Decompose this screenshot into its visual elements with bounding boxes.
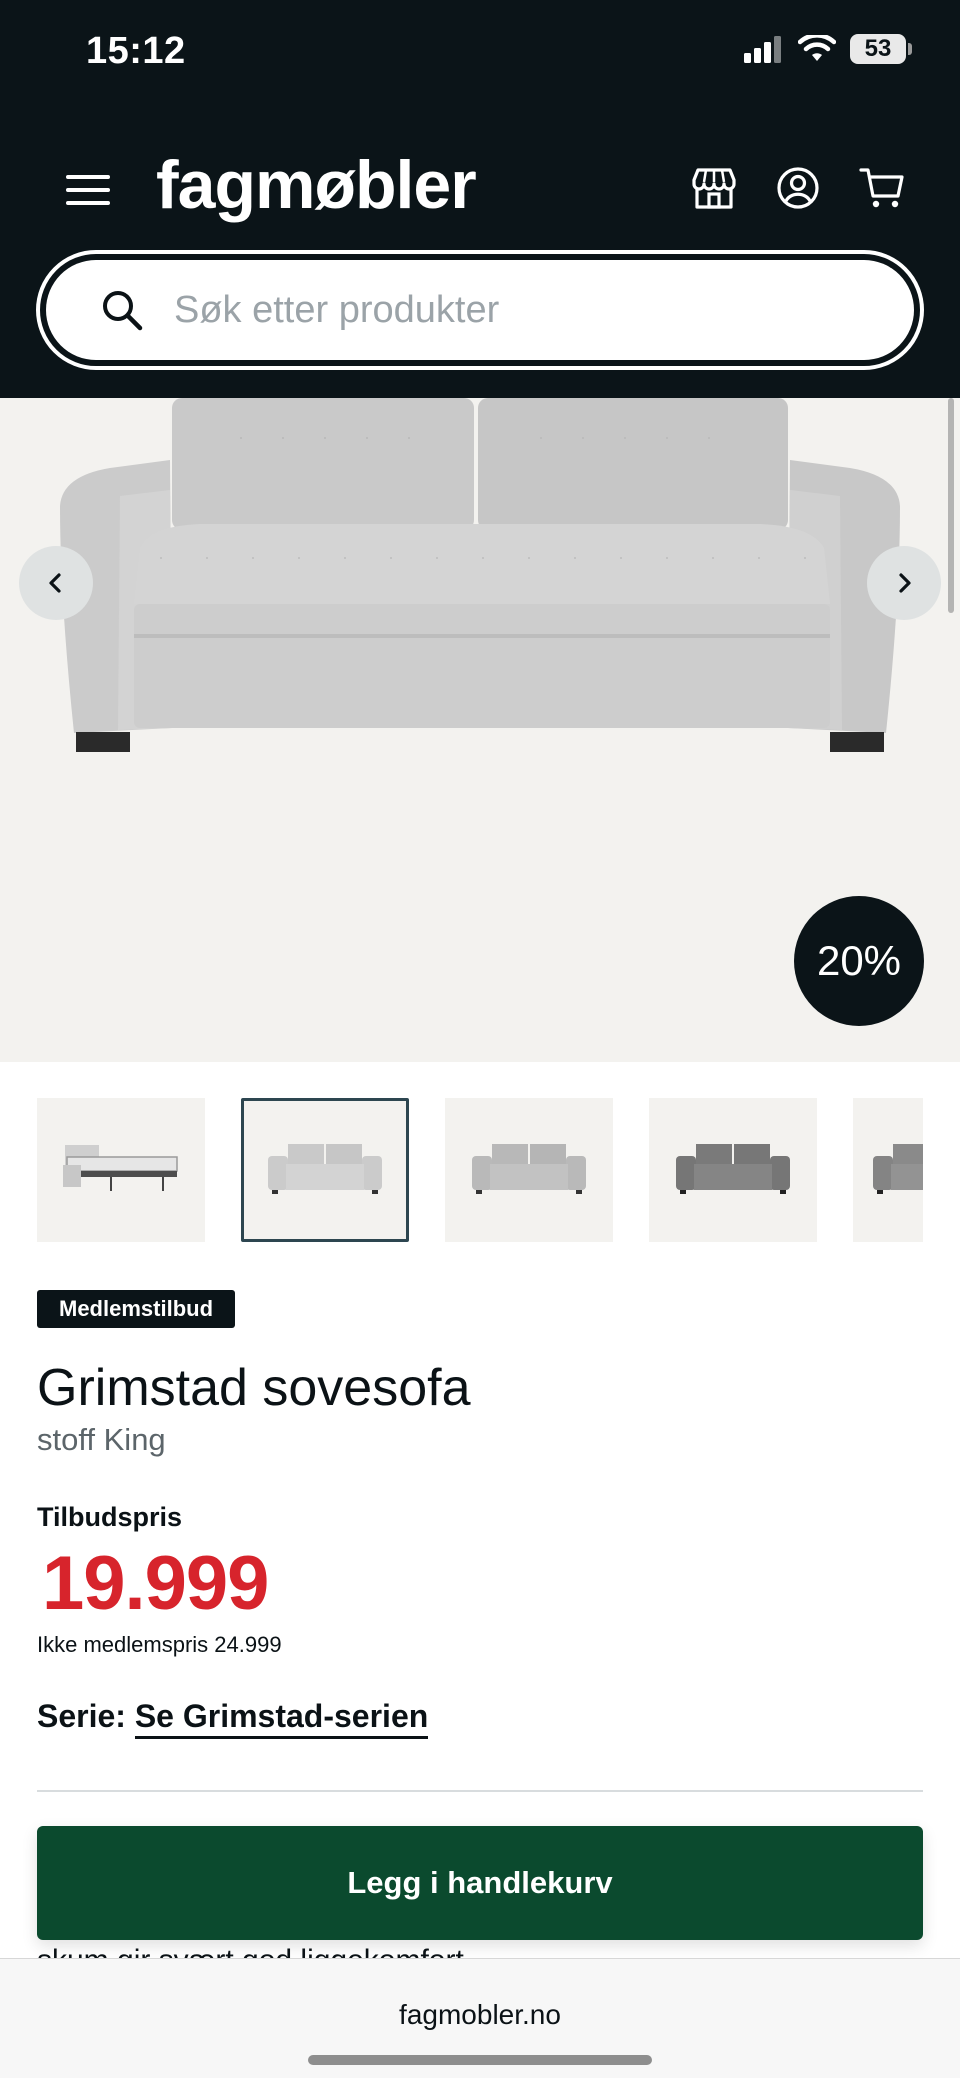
- product-image-carousel[interactable]: 20%: [0, 398, 960, 1062]
- site-logo[interactable]: fagmøbler: [156, 146, 477, 224]
- offer-price-label: Tilbudspris: [37, 1502, 183, 1532]
- browser-url[interactable]: fagmobler.no: [0, 1999, 960, 2031]
- menu-icon[interactable]: [66, 168, 110, 212]
- home-indicator[interactable]: [308, 2055, 652, 2065]
- prev-image-button[interactable]: [19, 546, 93, 620]
- browser-bottom-bar: fagmobler.no: [0, 1958, 960, 2078]
- product-title: Grimstad sovesofa: [37, 1359, 471, 1417]
- battery-level: 53: [850, 34, 906, 64]
- offer-price: 19.999: [42, 1541, 269, 1626]
- description-text: skum gir svært god liggekomfort: [37, 1944, 464, 1958]
- chevron-right-icon: [899, 573, 911, 593]
- discount-badge: 20%: [794, 896, 924, 1026]
- chevron-left-icon: [49, 573, 61, 593]
- non-member-price: Ikke medlemspris 24.999: [37, 1632, 282, 1657]
- search-field-wrapper[interactable]: [46, 260, 914, 360]
- product-subtitle: stoff King: [37, 1422, 166, 1457]
- member-offer-badge: Medlemstilbud: [37, 1290, 236, 1328]
- thumbnail-sofa-partial[interactable]: [853, 1098, 923, 1242]
- thumbnail-sofa-light-grey[interactable]: [241, 1098, 409, 1242]
- battery-icon: 53: [850, 34, 912, 64]
- cart-icon[interactable]: [858, 164, 906, 212]
- add-to-cart-button[interactable]: Legg i handlekurv: [37, 1826, 923, 1940]
- series-label: Serie:: [37, 1698, 126, 1734]
- divider: [37, 1790, 923, 1792]
- series-link[interactable]: Se Grimstad-serien: [134, 1698, 429, 1739]
- thumbnail-sofa-bed-open[interactable]: [37, 1098, 205, 1242]
- thumbnail-strip: [37, 1098, 923, 1244]
- signal-icon: [744, 36, 781, 63]
- search-bar: [36, 250, 924, 370]
- series-row: Serie: Se Grimstad-serien: [37, 1698, 429, 1739]
- thumbnail-sofa-grey[interactable]: [445, 1098, 613, 1242]
- next-image-button[interactable]: [867, 546, 941, 620]
- site-header: 15:12 53 fagmøbler: [0, 0, 960, 398]
- thumbnail-sofa-dark-grey[interactable]: [649, 1098, 817, 1242]
- account-icon[interactable]: [774, 164, 822, 212]
- store-icon[interactable]: [690, 164, 738, 212]
- status-time: 15:12: [86, 30, 186, 72]
- search-input[interactable]: [174, 288, 814, 332]
- status-icons: 53: [744, 34, 912, 64]
- search-icon: [103, 291, 143, 331]
- wifi-icon: [798, 35, 836, 61]
- battery-cap: [908, 43, 912, 55]
- page-scrollbar[interactable]: [948, 398, 954, 613]
- sofa-image: [60, 398, 900, 752]
